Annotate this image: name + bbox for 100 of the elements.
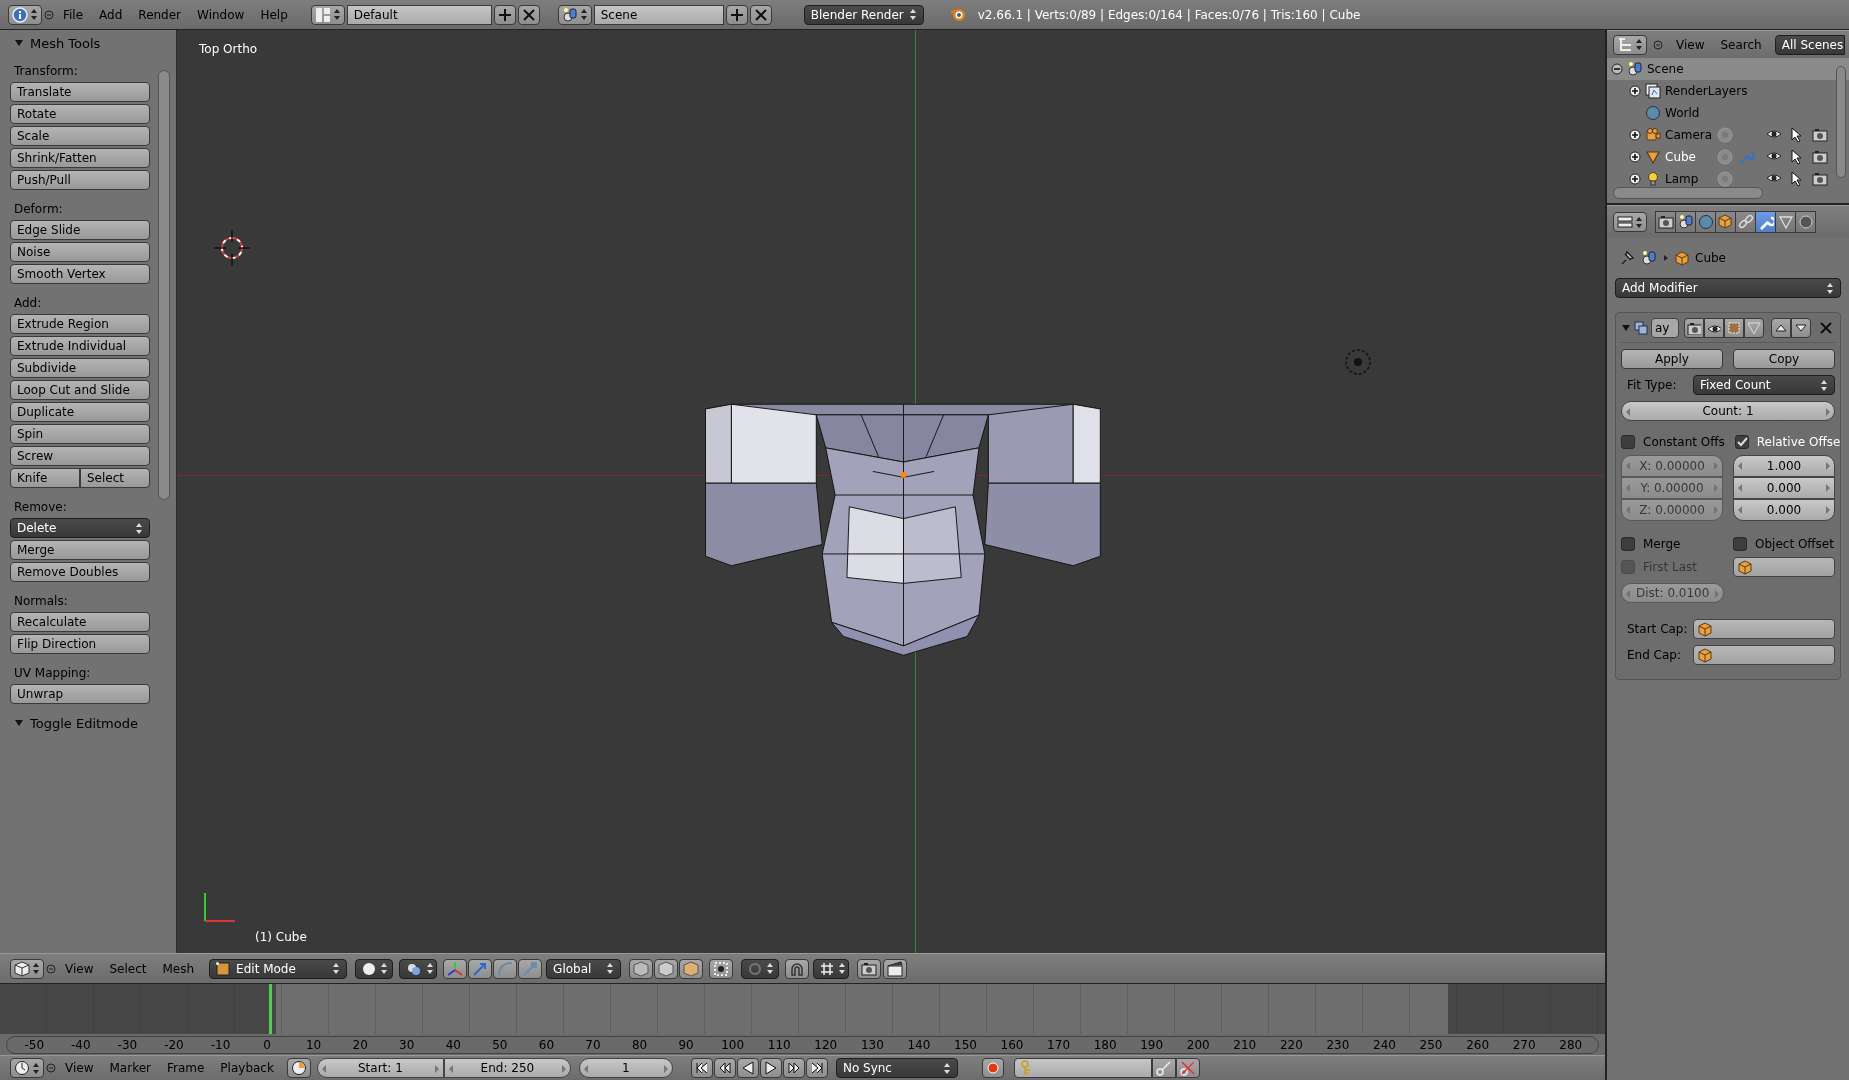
checkbox[interactable] [1621, 537, 1635, 551]
pin-icon[interactable] [1619, 250, 1635, 266]
editor-type-button[interactable] [10, 1058, 44, 1078]
preview-range-button[interactable] [286, 1058, 311, 1078]
next-key-button[interactable] [782, 1058, 805, 1078]
apply-button[interactable]: Apply [1621, 349, 1723, 369]
menu-item[interactable]: Playback [213, 1058, 281, 1078]
move-down-button[interactable] [1791, 318, 1811, 338]
merge-distance-field[interactable]: Dist: 0.0100 [1621, 583, 1725, 603]
tool-button[interactable]: Scale [10, 126, 150, 146]
render-anim-button[interactable] [883, 958, 908, 979]
add-button[interactable] [493, 4, 516, 25]
outliner-item[interactable]: World [1665, 106, 1700, 120]
menu-item[interactable]: Marker [102, 1058, 158, 1078]
menu-item[interactable]: File [56, 4, 91, 25]
tool-button[interactable]: Select [80, 468, 150, 488]
menu-item[interactable]: View [1669, 34, 1712, 55]
render-toggle[interactable] [1684, 318, 1704, 338]
collapse-icon[interactable] [46, 963, 56, 974]
expand-triangle-icon[interactable] [14, 719, 24, 727]
pivot-dropdown[interactable] [399, 958, 438, 979]
select-mode-button[interactable] [629, 958, 654, 979]
outliner-item[interactable]: Lamp [1665, 172, 1699, 186]
keying-set-field[interactable] [1013, 1058, 1152, 1078]
move-up-button[interactable] [1771, 318, 1791, 338]
expand-triangle-icon[interactable] [14, 39, 24, 47]
screen-layout-field[interactable]: Default [346, 4, 492, 25]
end-frame-field[interactable]: End: 250 [443, 1058, 571, 1078]
menu-item[interactable]: Add [92, 4, 130, 25]
count-field[interactable]: Count: 1 [1621, 401, 1835, 421]
current-frame-field[interactable]: 1 [578, 1058, 673, 1078]
collapse-icon[interactable] [1653, 39, 1663, 50]
number-field[interactable]: 1.000 [1733, 455, 1835, 477]
tool-button[interactable]: Subdivide [10, 358, 150, 378]
delete-key-button[interactable] [1175, 1058, 1200, 1078]
menu-item[interactable]: View [58, 958, 101, 979]
camera-icon[interactable] [1812, 149, 1828, 165]
copy-button[interactable]: Copy [1733, 349, 1835, 369]
properties-tab[interactable] [1795, 211, 1816, 233]
add-modifier-dropdown[interactable]: Add Modifier [1615, 278, 1841, 298]
translate-toggle[interactable] [468, 958, 493, 979]
collapse-icon[interactable] [46, 1063, 56, 1073]
tool-button[interactable]: Remove Doubles [10, 562, 150, 582]
menu-item[interactable]: Select [102, 958, 154, 979]
orientation-dropdown[interactable]: Global [546, 958, 622, 979]
camera-icon[interactable] [1812, 127, 1828, 143]
filter-dropdown[interactable]: All Scenes [1774, 34, 1845, 55]
tool-button[interactable]: Smooth Vertex [10, 264, 150, 284]
menu-item[interactable]: Search [1713, 34, 1769, 55]
scale-toggle[interactable] [518, 958, 543, 979]
jump-start-button[interactable] [690, 1058, 713, 1078]
mode-dropdown[interactable]: Edit Mode [209, 958, 348, 979]
eye-icon[interactable] [1766, 149, 1782, 163]
expand-toggle[interactable] [1629, 129, 1641, 141]
scrollbar[interactable] [158, 70, 170, 500]
menu-item[interactable]: Render [131, 4, 189, 25]
properties-tab[interactable] [1675, 211, 1696, 233]
play-button[interactable] [759, 1058, 782, 1078]
snap-button[interactable] [785, 958, 810, 979]
tool-button[interactable]: Extrude Region [10, 314, 150, 334]
select-mode-button[interactable] [679, 958, 704, 979]
scene-type-button[interactable] [557, 4, 592, 25]
number-field[interactable]: 0.000 [1733, 499, 1835, 521]
properties-tab[interactable] [1655, 211, 1676, 233]
occlude-button[interactable] [709, 958, 734, 979]
scrollbar[interactable] [1836, 66, 1846, 178]
tool-button[interactable]: Noise [10, 242, 150, 262]
menu-item[interactable]: Mesh [155, 958, 202, 979]
start-frame-field[interactable]: Start: 1 [316, 1058, 444, 1078]
collapse-icon[interactable] [44, 9, 54, 20]
tool-button[interactable]: Edge Slide [10, 220, 150, 240]
close-button[interactable] [517, 4, 540, 25]
tool-button[interactable]: Loop Cut and Slide [10, 380, 150, 400]
dropdown[interactable]: Delete [10, 518, 150, 538]
tool-button[interactable]: Unwrap [10, 684, 150, 704]
eye-icon[interactable] [1766, 127, 1782, 141]
camera-icon[interactable] [1812, 171, 1828, 187]
play-reverse-button[interactable] [736, 1058, 759, 1078]
tool-button[interactable]: Duplicate [10, 402, 150, 422]
properties-tab[interactable] [1755, 211, 1776, 233]
editor-type-button[interactable] [10, 958, 44, 979]
checkbox[interactable] [1621, 435, 1635, 449]
number-field[interactable]: 0.000 [1733, 477, 1835, 499]
editor-type-button[interactable] [1613, 34, 1647, 55]
number-field[interactable]: Z: 0.00000 [1621, 499, 1723, 521]
tool-button[interactable]: Translate [10, 82, 150, 102]
jump-end-button[interactable] [805, 1058, 828, 1078]
tool-button[interactable]: Spin [10, 424, 150, 444]
modifier-name-field[interactable]: ay [1651, 318, 1679, 338]
tool-button[interactable]: Push/Pull [10, 170, 150, 190]
select-mode-button[interactable] [654, 958, 679, 979]
tool-button[interactable]: Recalculate [10, 612, 150, 632]
number-field[interactable]: X: 0.00000 [1621, 455, 1723, 477]
menu-item[interactable]: Window [190, 4, 252, 25]
playhead[interactable] [269, 984, 273, 1034]
properties-tab[interactable] [1715, 211, 1736, 233]
tool-button[interactable]: Flip Direction [10, 634, 150, 654]
outliner-item[interactable]: Cube [1665, 150, 1696, 164]
tool-button[interactable]: Knife [10, 468, 80, 488]
outliner-item[interactable]: Scene [1647, 62, 1684, 76]
